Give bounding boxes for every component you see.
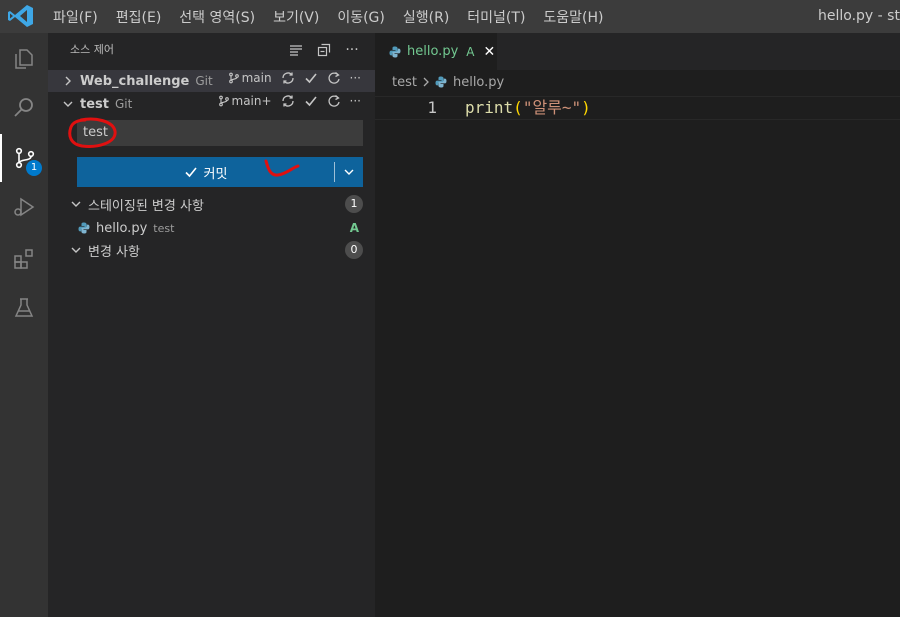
- branch-icon: [218, 95, 229, 107]
- token-string: "알루~": [522, 98, 582, 117]
- repo-more-icon[interactable]: ···: [350, 94, 361, 108]
- menu-edit[interactable]: 편집(E): [116, 7, 162, 27]
- sync-icon[interactable]: [281, 94, 295, 108]
- branch-name: main: [241, 71, 272, 85]
- breadcrumb: test hello.py: [375, 70, 900, 94]
- repo-provider: Git: [114, 97, 133, 111]
- testing-icon[interactable]: [0, 284, 48, 332]
- code-text: print("알루~"): [465, 97, 591, 119]
- red-annotation-check: [264, 159, 300, 177]
- python-file-icon: [435, 76, 447, 88]
- changes-count-badge: 0: [345, 241, 363, 259]
- breadcrumb-file[interactable]: hello.py: [453, 75, 504, 90]
- menu-view[interactable]: 보기(V): [273, 7, 319, 27]
- collapse-all-icon[interactable]: [315, 41, 333, 59]
- chevron-down-icon: [344, 169, 354, 175]
- branch-name: main+: [231, 94, 272, 108]
- commit-check-icon[interactable]: [304, 94, 318, 108]
- refresh-icon[interactable]: [327, 71, 341, 85]
- commit-dropdown[interactable]: [335, 166, 363, 178]
- token-paren-open: (: [513, 98, 523, 117]
- repo-name: Web_challenge: [80, 73, 190, 89]
- tab-label: hello.py: [407, 44, 459, 59]
- staged-count-badge: 1: [345, 195, 363, 213]
- explorer-icon[interactable]: [0, 35, 48, 83]
- scm-badge: 1: [26, 160, 42, 176]
- python-file-icon: [389, 46, 401, 57]
- changes-section[interactable]: 변경 사항 0: [48, 239, 375, 261]
- staged-file-dir: test: [153, 221, 175, 235]
- extensions-icon[interactable]: [0, 235, 48, 283]
- run-debug-icon[interactable]: [0, 183, 48, 231]
- breadcrumb-folder[interactable]: test: [392, 75, 417, 90]
- menu-help[interactable]: 도움말(H): [543, 7, 603, 27]
- commit-check-icon[interactable]: [304, 71, 318, 85]
- repo-name: test: [80, 96, 109, 112]
- search-icon[interactable]: [0, 83, 48, 131]
- staged-file-row[interactable]: hello.py test A: [48, 217, 375, 239]
- changes-label: 변경 사항: [88, 244, 140, 260]
- chevron-right-icon: [423, 77, 429, 87]
- red-annotation-circle: [68, 117, 117, 148]
- more-actions-icon[interactable]: ···: [343, 41, 361, 59]
- sync-icon[interactable]: [281, 71, 295, 85]
- commit-message-input[interactable]: test: [77, 120, 363, 146]
- title-bar: 파일(F) 편집(E) 선택 영역(S) 보기(V) 이동(G) 실행(R) 터…: [0, 0, 900, 33]
- token-function: print: [465, 98, 514, 117]
- menu-run[interactable]: 실행(R): [403, 7, 449, 27]
- refresh-icon[interactable]: [327, 94, 341, 108]
- staged-file-name: hello.py: [96, 220, 148, 236]
- commit-divider: [334, 162, 335, 182]
- view-as-list-icon[interactable]: [287, 41, 305, 59]
- menu-bar: 파일(F) 편집(E) 선택 영역(S) 보기(V) 이동(G) 실행(R) 터…: [44, 0, 613, 33]
- commit-label: 커밋: [203, 166, 228, 182]
- editor-tab-bar: hello.py A ✕: [375, 33, 900, 70]
- file-status-added: A: [349, 221, 359, 235]
- chevron-right-icon: [60, 76, 76, 86]
- tab-hello-py[interactable]: hello.py A ✕: [375, 33, 497, 70]
- repo-more-icon[interactable]: ···: [350, 71, 361, 85]
- branch-icon: [228, 72, 239, 84]
- branch-indicator[interactable]: main+: [218, 94, 272, 108]
- commit-button[interactable]: 커밋: [77, 157, 363, 187]
- repo-provider: Git: [195, 74, 213, 88]
- chevron-down-icon: [68, 245, 84, 255]
- staged-changes-section[interactable]: 스테이징된 변경 사항 1: [48, 193, 375, 215]
- branch-indicator[interactable]: main: [228, 71, 272, 85]
- check-icon: [184, 167, 197, 178]
- repo-toolbar: main ···: [228, 71, 361, 85]
- menu-selection[interactable]: 선택 영역(S): [179, 7, 255, 27]
- tab-status-badge: A: [466, 44, 475, 59]
- menu-terminal[interactable]: 터미널(T): [467, 7, 525, 27]
- staged-changes-label: 스테이징된 변경 사항: [88, 198, 204, 214]
- token-paren-close: ): [581, 98, 591, 117]
- code-editor[interactable]: 1 print("알루~"): [375, 94, 900, 617]
- python-file-icon: [78, 222, 90, 234]
- menu-go[interactable]: 이동(G): [337, 7, 385, 27]
- vscode-logo-icon: [8, 5, 33, 27]
- code-line[interactable]: 1 print("알루~"): [375, 96, 900, 120]
- line-number: 1: [427, 98, 437, 117]
- sidebar-title: 소스 제어: [70, 43, 114, 56]
- source-control-icon[interactable]: 1: [0, 134, 48, 182]
- menu-file[interactable]: 파일(F): [53, 7, 98, 27]
- repo-toolbar: main+ ···: [218, 94, 361, 108]
- chevron-down-icon: [68, 199, 84, 209]
- chevron-down-icon: [60, 99, 76, 109]
- activity-bar: 1: [0, 33, 48, 617]
- repo-row-web-challenge[interactable]: Web_challenge Git main ···: [48, 70, 375, 92]
- repo-row-test[interactable]: test Git main+ ···: [48, 93, 375, 115]
- window-title: hello.py - sta: [818, 8, 900, 24]
- sidebar-actions: ···: [287, 41, 361, 59]
- close-icon[interactable]: ✕: [483, 44, 495, 60]
